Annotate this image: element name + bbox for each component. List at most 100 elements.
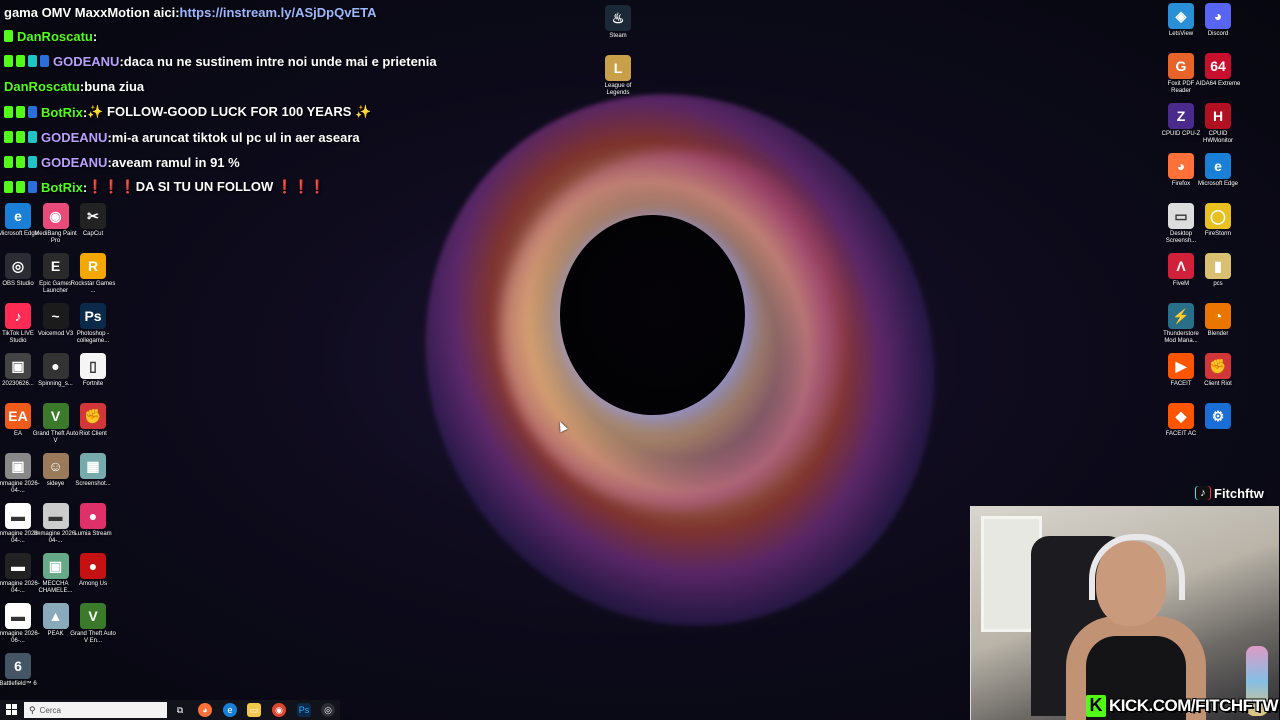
desktop-shortcut-pcs[interactable]: ▮ pcs <box>1195 253 1241 288</box>
battlefield-6-icon: 6 <box>5 653 31 679</box>
sub-badge-icon <box>28 131 37 143</box>
kick-channel-url: KICK.COM/FITCHFTW <box>1108 695 1279 715</box>
desktop-shortcut-capcut[interactable]: ✂ CapCut <box>70 203 116 238</box>
edge-icon[interactable]: e <box>223 703 237 717</box>
grand-theft-auto-v-icon: V <box>42 403 69 429</box>
obs-icon[interactable]: ◎ <box>321 703 335 717</box>
voicemod-v3-icon: ~ <box>42 303 69 329</box>
desktop-shortcut-label: Fortnite <box>82 381 104 387</box>
peak-icon: ▲ <box>42 603 69 629</box>
chat-text: gama OMV MaxxMotion aici: <box>4 4 180 20</box>
desktop-shortcut-label: Discord <box>1207 31 1229 37</box>
chat-badges <box>4 131 37 143</box>
bot-badge-icon <box>28 181 37 193</box>
chat-line: BotRix : ❗❗❗DA SI TU UN FOLLOW ❗❗❗ <box>4 177 325 197</box>
client-riot-icon: ✊ <box>1205 353 1231 379</box>
desktop-shortcut-aida64-extreme[interactable]: 64 AIDA64 Extreme <box>1195 53 1241 88</box>
chat-badges <box>4 106 37 118</box>
immagine-2026-04-icon: ▬ <box>5 503 31 529</box>
sub-badge-icon <box>28 156 37 168</box>
desktop-shortcut-label: Steam <box>609 33 627 39</box>
spinning-s-icon: ● <box>42 353 69 379</box>
desktop-shortcut-among-us[interactable]: ● Among Us <box>70 553 116 588</box>
chat-separator: : <box>92 28 98 44</box>
desktop-shortcut-screenshot[interactable]: ▦ Screenshot... <box>70 453 116 488</box>
tiktok-handle: Fitchftw <box>1214 485 1264 501</box>
fortnite-icon: ▯ <box>80 353 106 379</box>
desktop-shortcut-grand-theft-auto-v-en[interactable]: V Grand Theft Auto V En... <box>70 603 116 645</box>
aida64-extreme-icon: 64 <box>1205 53 1231 79</box>
desktop-shortcut-label: AIDA64 Extreme <box>1195 81 1241 87</box>
desktop-shortcut-riot-client[interactable]: ✊ Riot Client <box>70 403 116 438</box>
verified-badge-icon <box>16 181 25 193</box>
immagine-2026-06-icon: ▬ <box>5 603 31 629</box>
desktop-shortcut-rockstar-games[interactable]: R Rockstar Games ... <box>70 253 116 295</box>
immagine-2026-04-icon: ▬ <box>42 503 69 529</box>
chat-badges <box>4 30 13 42</box>
chat-message: buna ziua <box>84 78 145 94</box>
desktop-shortcut-fortnite[interactable]: ▯ Fortnite <box>70 353 116 388</box>
desktop-shortcut-label: Grand Theft Auto V En... <box>70 631 116 644</box>
firefox-icon[interactable]: ◕ <box>198 703 212 717</box>
desktop-shortcut-cpuid-hwmonitor[interactable]: H CPUID HWMonitor <box>1195 103 1241 145</box>
sub-badge-icon <box>28 55 37 67</box>
tiktok-icon: ♪ <box>1196 486 1210 500</box>
webcam-feed <box>970 506 1279 720</box>
verified-badge-icon <box>16 156 25 168</box>
kick-channel-overlay: K KICK.COM/FITCHFTW <box>1086 693 1279 718</box>
chat-username[interactable]: GODEANU <box>41 130 107 145</box>
desktop-shortcut-label: pcs <box>1213 281 1223 287</box>
desktop-shortcut-battlefield-6[interactable]: 6 Battlefield™ 6 <box>0 653 41 688</box>
sideye-icon: ☺ <box>42 453 69 479</box>
desktop-shortcut-league-of-legends[interactable]: L League of Legends <box>595 55 641 97</box>
chat-line: DanRoscatu : <box>4 26 97 46</box>
immagine-2026-04-icon: ▬ <box>5 553 31 579</box>
desktop-shortcut-photoshop-collegame[interactable]: Ps Photoshop - collegame... <box>70 303 116 345</box>
desktop-shortcut-icon[interactable]: ⚙ <box>1195 403 1241 431</box>
verified-badge-icon <box>16 106 25 118</box>
ea-icon: EA <box>5 403 31 429</box>
meccha-chamele-icon: ▣ <box>42 553 69 579</box>
desktop-shortcut-label: FireStorm <box>1204 231 1232 237</box>
task-view-icon[interactable]: ⧉ <box>173 703 187 717</box>
league-of-legends-icon: L <box>605 55 631 81</box>
pcs-icon: ▮ <box>1205 253 1231 279</box>
search-icon: ⚲ <box>29 704 36 715</box>
chat-username[interactable]: BotRix <box>41 105 83 120</box>
desktop-shortcut-blender[interactable]: ◔ Blender <box>1195 303 1241 338</box>
microsoft-edge-icon: e <box>5 203 31 229</box>
desktop-shortcut-discord[interactable]: ◕ Discord <box>1195 3 1241 38</box>
taskbar-search-input[interactable]: ⚲ Cerca <box>24 702 167 718</box>
kick-badge-icon <box>4 55 13 67</box>
desktop-shortcut-label: League of Legends <box>604 83 632 96</box>
lumia-stream-icon: ● <box>80 503 106 529</box>
chat-username[interactable]: DanRoscatu <box>4 79 80 94</box>
desktop-shortcut-client-riot[interactable]: ✊ Client Riot <box>1195 353 1241 388</box>
chrome-icon[interactable]: ◉ <box>272 703 286 717</box>
desktop-shortcut-label: Riot Client <box>79 431 107 437</box>
chat-username[interactable]: GODEANU <box>41 155 107 170</box>
desktop-shortcut-steam[interactable]: ♨ Steam <box>595 5 641 40</box>
verified-badge-icon <box>16 131 25 143</box>
chat-badges <box>4 55 49 67</box>
photoshop-icon[interactable]: Ps <box>297 703 311 717</box>
gift-badge-icon <box>40 55 49 67</box>
desktop-shortcut-label: CPUID HWMonitor <box>1202 131 1233 144</box>
chat-badges <box>4 156 37 168</box>
chat-line: DanRoscatu : buna ziua <box>4 76 144 96</box>
desktop-shortcut-lumia-stream[interactable]: ● Lumia Stream <box>70 503 116 538</box>
file-explorer-icon[interactable]: ▭ <box>247 703 261 717</box>
chat-username[interactable]: BotRix <box>41 180 83 195</box>
chat-link[interactable]: https://instream.ly/ASjDpQvETA <box>180 5 377 20</box>
chat-username[interactable]: GODEANU <box>53 54 119 69</box>
desktop-shortcut-firestorm[interactable]: ◯ FireStorm <box>1195 203 1241 238</box>
desktop-shortcut-label: CapCut <box>82 231 104 237</box>
chat-username[interactable]: DanRoscatu <box>17 29 93 44</box>
windows-logo-icon <box>6 704 11 709</box>
firefox-icon: ◕ <box>1168 153 1194 179</box>
desktop-shortcut-microsoft-edge[interactable]: e Microsoft Edge <box>1195 153 1241 188</box>
start-button[interactable] <box>6 704 18 716</box>
desktop-shortcut-label: Photoshop - collegame... <box>76 331 110 344</box>
desktop-shortcut-label: Among Us <box>78 581 107 587</box>
desktop-shortcut-label: Microsoft Edge <box>1197 181 1239 187</box>
